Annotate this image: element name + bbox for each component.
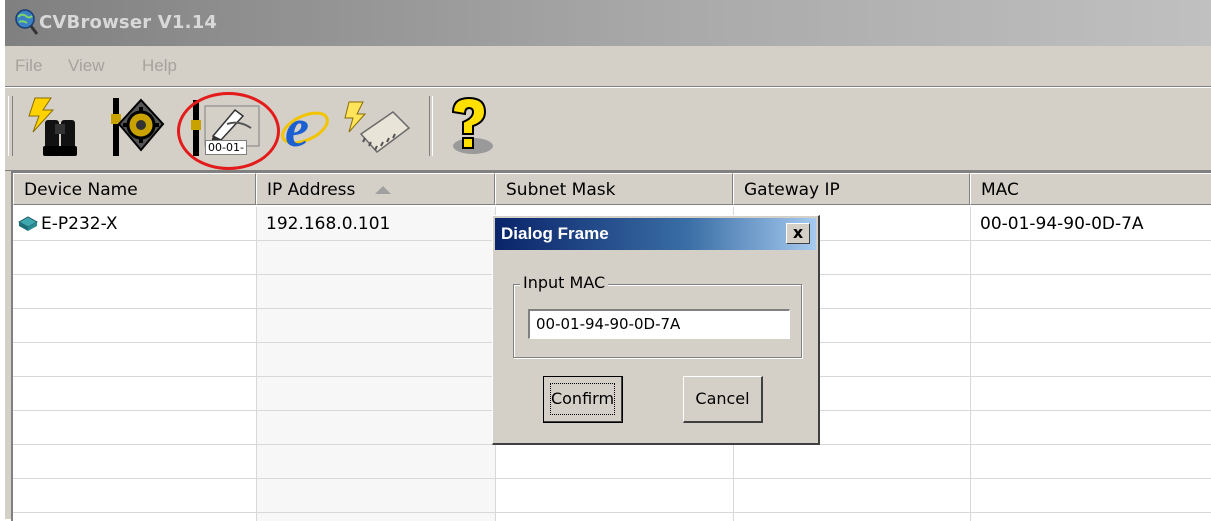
toolbar: 00-01- e <box>5 87 1211 171</box>
list-header: Device Name IP Address Subnet Mask Gatew… <box>13 173 1211 207</box>
device-name-text: E-P232-X <box>41 214 118 234</box>
search-devices-button[interactable] <box>21 94 79 160</box>
cancel-button[interactable]: Cancel <box>683 376 763 423</box>
column-header-label: Device Name <box>24 180 138 200</box>
menu-view[interactable]: View <box>68 56 105 76</box>
cell-ip-address: 192.168.0.101 <box>266 214 391 234</box>
internet-explorer-icon: e <box>277 98 335 164</box>
cell-mac: 00-01-94-90-0D-7A <box>980 214 1144 234</box>
menu-bar: File View Help <box>5 46 1211 87</box>
close-icon: x <box>792 223 804 242</box>
help-button[interactable] <box>441 94 499 160</box>
window-title: CVBrowser V1.14 <box>39 12 218 33</box>
dialog-title: Dialog Frame <box>501 224 609 243</box>
confirm-button-label: Confirm <box>550 389 615 408</box>
sorted-column-shade <box>256 207 495 521</box>
column-header-mac[interactable]: MAC <box>970 173 1211 205</box>
group-label: Input MAC <box>520 273 609 292</box>
toolbar-gripper[interactable] <box>8 96 13 156</box>
firmware-update-chip-icon <box>339 101 413 164</box>
search-devices-binoculars-icon <box>21 97 79 164</box>
change-mac-button[interactable]: 00-01- <box>191 94 263 160</box>
column-header-ip-address[interactable]: IP Address <box>256 173 495 205</box>
device-settings-button[interactable] <box>109 94 167 160</box>
mac-badge-label: 00-01- <box>205 140 247 155</box>
row-divider <box>13 512 1211 513</box>
open-web-button[interactable]: e <box>277 94 335 160</box>
column-header-label: Subnet Mask <box>506 180 616 200</box>
column-header-label: IP Address <box>267 180 356 200</box>
svg-text:e: e <box>285 98 309 158</box>
row-divider <box>13 478 1211 479</box>
title-bar[interactable]: CVBrowser V1.14 <box>5 0 1211 46</box>
firmware-update-button[interactable] <box>339 94 413 160</box>
input-mac-dialog: Dialog Frame x Input MAC 00-01-94-90-0D-… <box>492 215 820 445</box>
confirm-button[interactable]: Confirm <box>543 376 623 423</box>
help-icon <box>441 96 499 164</box>
column-header-label: Gateway IP <box>744 180 840 200</box>
column-header-gateway-ip[interactable]: Gateway IP <box>733 173 970 205</box>
network-device-icon <box>17 214 39 232</box>
mac-input[interactable]: 00-01-94-90-0D-7A <box>528 309 790 339</box>
column-divider <box>256 207 257 521</box>
cell-device-name: E-P232-X <box>17 214 118 234</box>
column-header-subnet-mask[interactable]: Subnet Mask <box>495 173 733 205</box>
globe-magnifier-icon <box>13 8 39 36</box>
cancel-button-label: Cancel <box>695 389 750 408</box>
column-divider <box>970 207 971 521</box>
sort-ascending-icon <box>375 186 392 194</box>
dialog-title-bar[interactable]: Dialog Frame x <box>495 218 816 250</box>
device-settings-icon <box>109 98 167 164</box>
toolbar-separator <box>429 96 433 156</box>
menu-file[interactable]: File <box>15 56 42 76</box>
dialog-close-button[interactable]: x <box>786 223 810 244</box>
input-mac-group: Input MAC 00-01-94-90-0D-7A <box>513 273 802 358</box>
menu-help[interactable]: Help <box>142 56 177 76</box>
column-header-device-name[interactable]: Device Name <box>13 173 256 205</box>
column-header-label: MAC <box>981 180 1019 200</box>
